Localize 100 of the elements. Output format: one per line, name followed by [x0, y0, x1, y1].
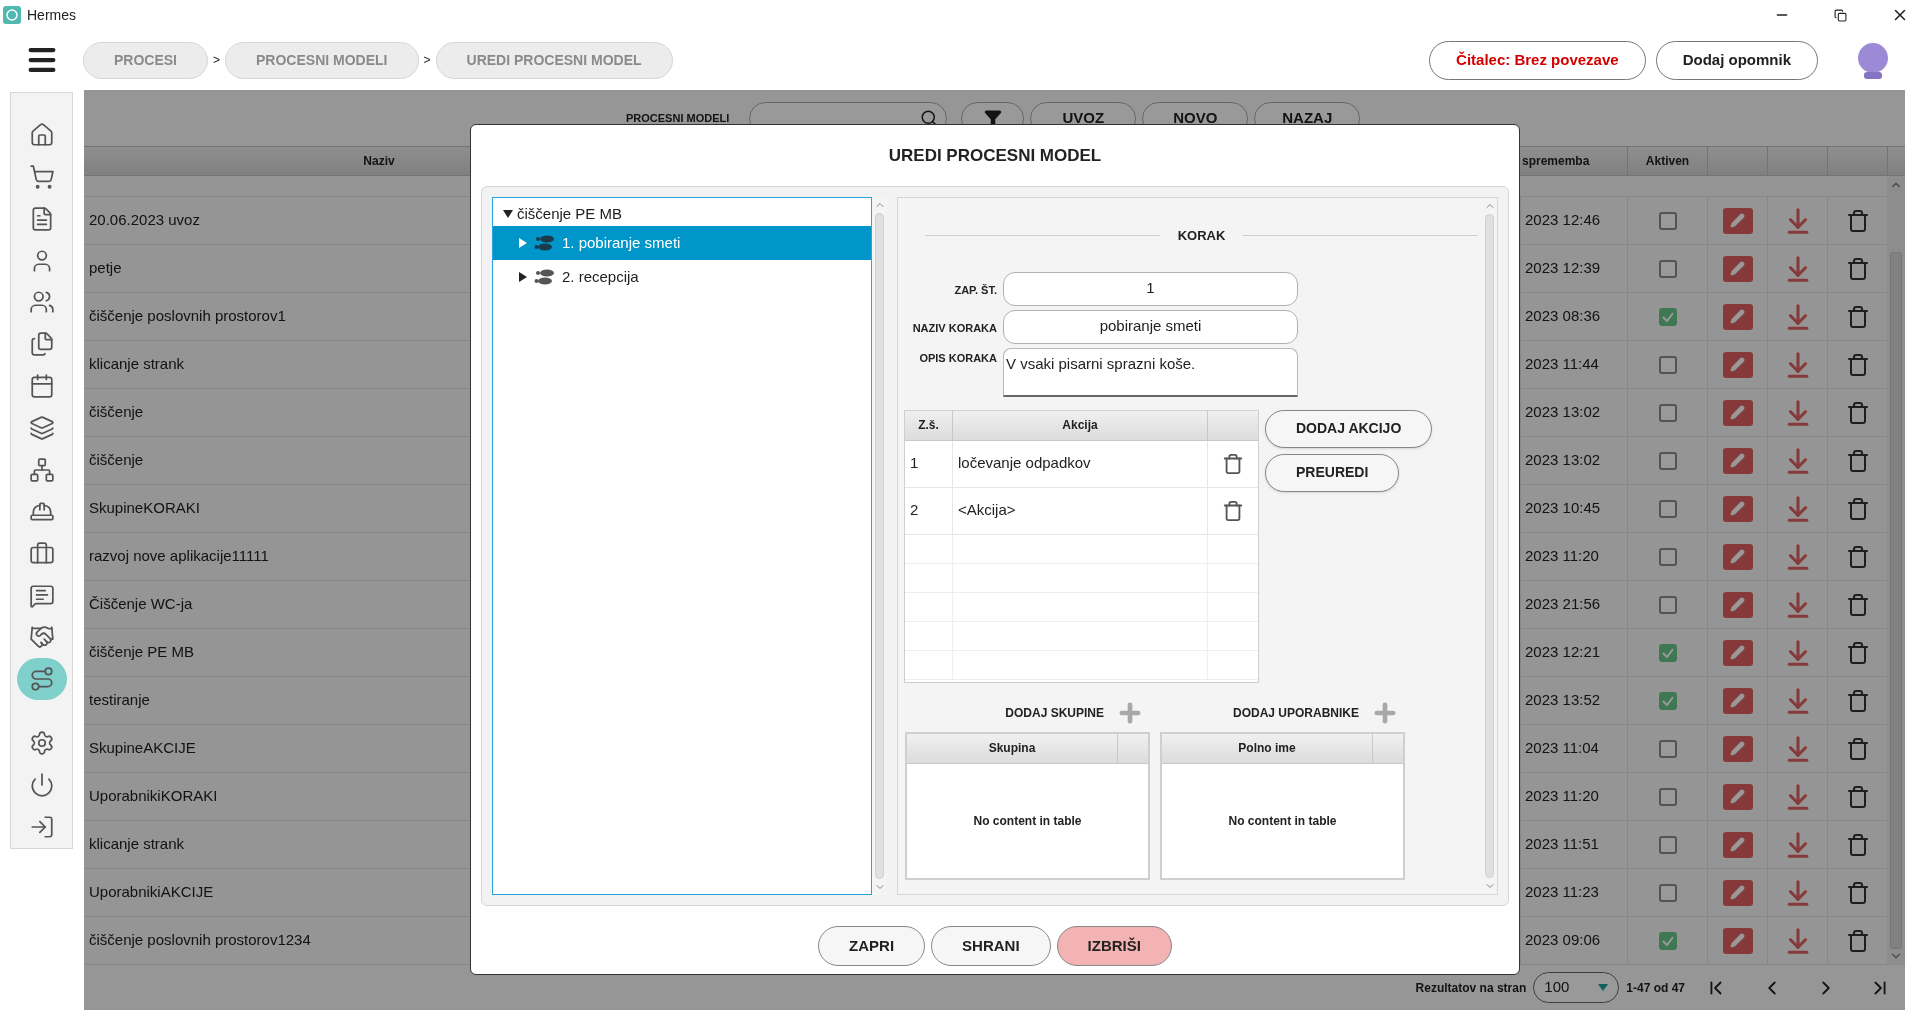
active-checkbox[interactable] — [1658, 931, 1677, 950]
edit-button[interactable] — [1722, 351, 1753, 378]
tree-item[interactable]: 2. recepcija — [493, 260, 871, 294]
delete-icon[interactable] — [1222, 452, 1244, 475]
delete-icon[interactable] — [1845, 640, 1870, 665]
edit-button[interactable] — [1722, 207, 1753, 234]
model-name: razvoj nove aplikacije11111 — [89, 546, 269, 567]
edit-button[interactable] — [1722, 303, 1753, 330]
delete-icon[interactable] — [1845, 304, 1870, 329]
dialog-button[interactable]: SHRANI — [931, 926, 1051, 966]
power-icon — [28, 772, 55, 799]
edit-button[interactable] — [1722, 687, 1753, 714]
active-checkbox[interactable] — [1658, 499, 1677, 518]
field-label: NAZIV KORAKA — [911, 320, 997, 336]
delete-icon[interactable] — [1845, 544, 1870, 569]
delete-icon[interactable] — [1845, 688, 1870, 713]
delete-icon[interactable] — [1845, 784, 1870, 809]
dialog-button[interactable]: ZAPRI — [818, 926, 926, 966]
edit-button[interactable] — [1722, 543, 1753, 570]
reader-status-button[interactable]: Čitalec: Brez povezave — [1429, 40, 1646, 80]
pencil-icon — [1730, 645, 1745, 660]
delete-icon[interactable] — [1845, 880, 1870, 905]
scrollbar[interactable] — [1887, 176, 1905, 965]
settings-icon — [28, 730, 55, 757]
network-icon — [28, 456, 55, 483]
edit-button[interactable] — [1722, 255, 1753, 282]
expand-caret-icon[interactable] — [518, 272, 528, 282]
dialog-title: UREDI PROCESNI MODEL — [888, 144, 1102, 167]
pencil-icon — [1730, 789, 1745, 804]
delete-icon[interactable] — [1222, 499, 1244, 522]
active-checkbox[interactable] — [1658, 451, 1677, 470]
delete-icon[interactable] — [1845, 208, 1870, 233]
tree-item[interactable]: čiščenje PE MB — [493, 202, 871, 226]
active-checkbox[interactable] — [1658, 211, 1677, 230]
delete-icon[interactable] — [1845, 496, 1870, 521]
column-header: Aktiven — [1645, 153, 1690, 170]
edit-button[interactable] — [1722, 879, 1753, 906]
active-checkbox[interactable] — [1658, 883, 1677, 902]
route-icon — [28, 666, 55, 693]
action-name: ločevanje odpadkov — [958, 453, 1091, 474]
model-name: petje — [89, 258, 122, 279]
page-size-select[interactable]: 100 — [1533, 972, 1620, 1003]
edit-button[interactable] — [1722, 495, 1753, 522]
reminder-button[interactable]: Dodaj opomnik — [1655, 40, 1818, 80]
restore-icon[interactable] — [1834, 8, 1847, 22]
input-field[interactable]: 1 — [1003, 271, 1298, 306]
column-header: Naziv — [363, 153, 395, 170]
edit-button[interactable] — [1722, 927, 1753, 954]
column-header: sprememba — [1522, 153, 1590, 170]
active-checkbox[interactable] — [1658, 835, 1677, 854]
delete-icon[interactable] — [1845, 592, 1870, 617]
add-label: DODAJ SKUPINE — [1005, 704, 1104, 722]
delete-icon[interactable] — [1845, 352, 1870, 377]
modified-date: 2023 13:52 — [1525, 690, 1601, 711]
sidebar-button[interactable] — [16, 658, 67, 701]
edit-button[interactable] — [1722, 591, 1753, 618]
window-title: Hermes — [27, 5, 76, 25]
delete-icon[interactable] — [1845, 928, 1870, 953]
edit-button[interactable] — [1722, 639, 1753, 666]
expand-caret-icon[interactable] — [503, 209, 513, 219]
delete-icon[interactable] — [1845, 400, 1870, 425]
edit-button[interactable] — [1722, 447, 1753, 474]
modified-date: 2023 11:20 — [1525, 546, 1599, 567]
field-label: ZAP. ŠT. — [953, 282, 997, 298]
modified-date: 2023 09:06 — [1525, 930, 1601, 951]
modified-date: 2023 13:02 — [1525, 450, 1601, 471]
delete-button[interactable]: IZBRIŠI — [1056, 926, 1172, 966]
edit-button[interactable] — [1722, 783, 1753, 810]
delete-icon[interactable] — [1845, 736, 1870, 761]
model-name: klicanje strank — [89, 834, 185, 855]
delete-icon[interactable] — [1845, 832, 1870, 857]
active-checkbox[interactable] — [1658, 691, 1677, 710]
description-field[interactable]: V vsaki pisarni sprazni koše. — [1003, 347, 1298, 397]
modified-date: 2023 11:44 — [1525, 354, 1599, 375]
edit-button[interactable] — [1722, 399, 1753, 426]
empty-message: No content in table — [973, 812, 1082, 830]
active-checkbox[interactable] — [1658, 403, 1677, 422]
active-checkbox[interactable] — [1658, 595, 1677, 614]
action-button[interactable]: PREUREDI — [1265, 453, 1400, 492]
active-checkbox[interactable] — [1658, 259, 1677, 278]
active-checkbox[interactable] — [1658, 355, 1677, 374]
active-checkbox[interactable] — [1658, 307, 1677, 326]
action-button[interactable]: DODAJ AKCIJO — [1265, 409, 1433, 448]
search-icon[interactable] — [920, 109, 939, 127]
column-header: Akcija — [1062, 417, 1098, 434]
input-field[interactable]: pobiranje smeti — [1003, 309, 1298, 344]
avatar-icon[interactable] — [1856, 40, 1890, 80]
breadcrumb-separator: > — [213, 52, 221, 69]
model-name: SkupineAKCIJE — [89, 738, 196, 759]
edit-button[interactable] — [1722, 831, 1753, 858]
active-checkbox[interactable] — [1658, 787, 1677, 806]
active-checkbox[interactable] — [1658, 643, 1677, 662]
modified-date: 2023 21:56 — [1525, 594, 1601, 615]
modified-date: 2023 11:23 — [1525, 882, 1599, 903]
modified-date: 2023 13:02 — [1525, 402, 1601, 423]
delete-icon[interactable] — [1845, 256, 1870, 281]
delete-icon[interactable] — [1845, 448, 1870, 473]
active-checkbox[interactable] — [1658, 739, 1677, 758]
edit-button[interactable] — [1722, 735, 1753, 762]
active-checkbox[interactable] — [1658, 547, 1677, 566]
